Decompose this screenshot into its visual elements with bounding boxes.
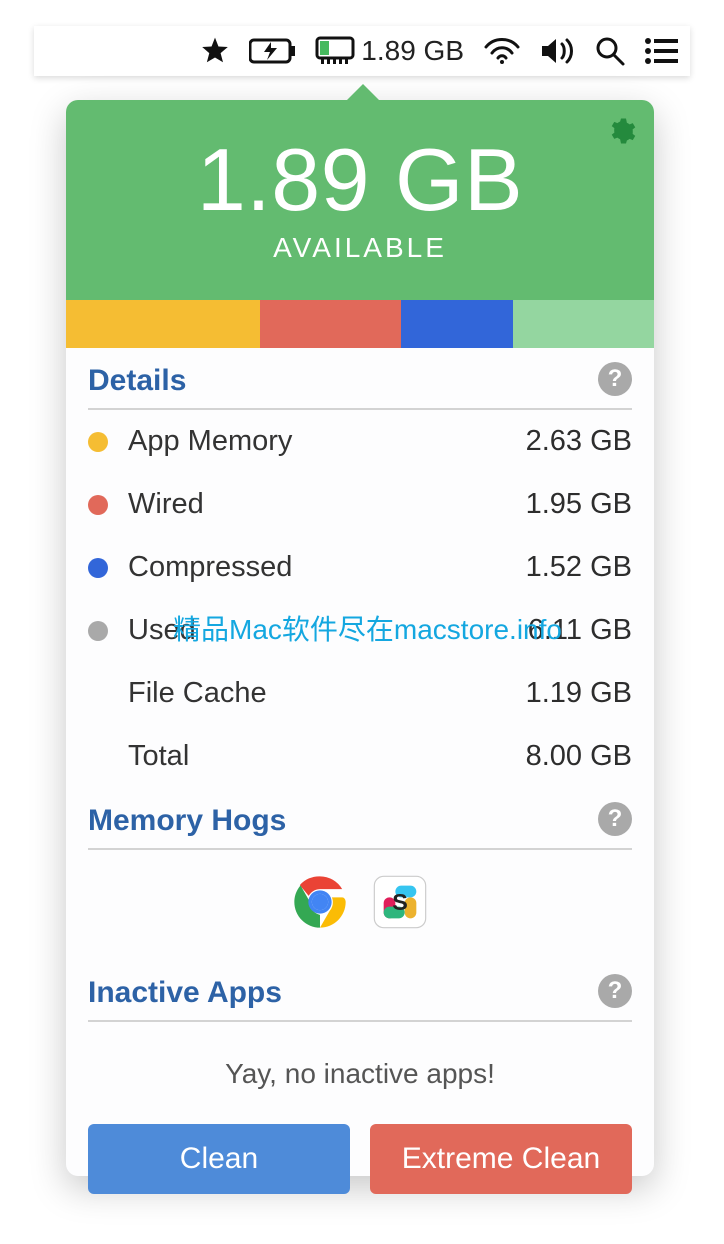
detail-label: App Memory — [128, 425, 526, 458]
hog-app-chrome[interactable] — [292, 874, 348, 930]
memory-value: 1.89 GB — [361, 35, 464, 67]
detail-label: Wired — [128, 488, 526, 521]
spotlight-search-icon[interactable] — [594, 35, 626, 67]
detail-value: 8.00 GB — [526, 740, 632, 773]
svg-text:S: S — [392, 889, 408, 915]
hogs-title: Memory Hogs — [88, 788, 632, 850]
available-memory-value: 1.89 GB — [197, 136, 523, 224]
color-dot — [88, 747, 108, 767]
popover-arrow — [346, 84, 380, 101]
detail-label: File Cache — [128, 677, 526, 710]
detail-value: 1.19 GB — [526, 677, 632, 710]
color-dot — [88, 432, 108, 452]
memory-menu-item[interactable]: 1.89 GB — [315, 35, 464, 67]
available-label: AVAILABLE — [273, 232, 447, 264]
memory-hogs-section: Memory Hogs ? — [88, 788, 632, 960]
details-section: Details ? App Memory2.63 GBWired1.95 GBC… — [88, 348, 632, 788]
detail-row: Total8.00 GB — [88, 725, 632, 788]
detail-label: Compressed — [128, 551, 526, 584]
clean-button[interactable]: Clean — [88, 1124, 350, 1194]
battery-charging-icon[interactable] — [249, 37, 297, 65]
detail-label: Used — [128, 614, 528, 647]
color-dot — [88, 558, 108, 578]
menu-bar: 1.89 GB — [34, 26, 690, 76]
color-dot — [88, 621, 108, 641]
details-title: Details — [88, 348, 632, 410]
usage-bar — [66, 300, 654, 348]
inactive-title: Inactive Apps — [88, 960, 632, 1022]
detail-value: 2.63 GB — [526, 425, 632, 458]
hogs-help-button[interactable]: ? — [598, 802, 632, 836]
details-help-button[interactable]: ? — [598, 362, 632, 396]
usage-segment — [513, 300, 654, 348]
detail-label: Total — [128, 740, 526, 773]
color-dot — [88, 495, 108, 515]
hog-app-slack[interactable]: S — [372, 874, 428, 930]
detail-value: 6.11 GB — [528, 614, 632, 647]
settings-button[interactable] — [606, 116, 636, 151]
control-center-list-icon[interactable] — [644, 37, 680, 65]
detail-value: 1.52 GB — [526, 551, 632, 584]
usage-segment — [66, 300, 260, 348]
detail-row: Wired1.95 GB — [88, 473, 632, 536]
volume-icon[interactable] — [540, 36, 576, 66]
memory-panel: 1.89 GB AVAILABLE Details ? App Memory2.… — [66, 100, 654, 1176]
inactive-apps-section: Inactive Apps ? Yay, no inactive apps! C… — [88, 960, 632, 1204]
detail-value: 1.95 GB — [526, 488, 632, 521]
usage-segment — [260, 300, 401, 348]
detail-row: App Memory2.63 GB — [88, 410, 632, 473]
star-icon[interactable] — [199, 35, 231, 67]
usage-segment — [401, 300, 513, 348]
inactive-message: Yay, no inactive apps! — [88, 1022, 632, 1124]
extreme-clean-button[interactable]: Extreme Clean — [370, 1124, 632, 1194]
color-dot — [88, 684, 108, 704]
panel-header: 1.89 GB AVAILABLE — [66, 100, 654, 300]
detail-row: Used6.11 GB — [88, 599, 632, 662]
inactive-help-button[interactable]: ? — [598, 974, 632, 1008]
wifi-icon[interactable] — [482, 36, 522, 66]
detail-row: File Cache1.19 GB — [88, 662, 632, 725]
detail-row: Compressed1.52 GB — [88, 536, 632, 599]
